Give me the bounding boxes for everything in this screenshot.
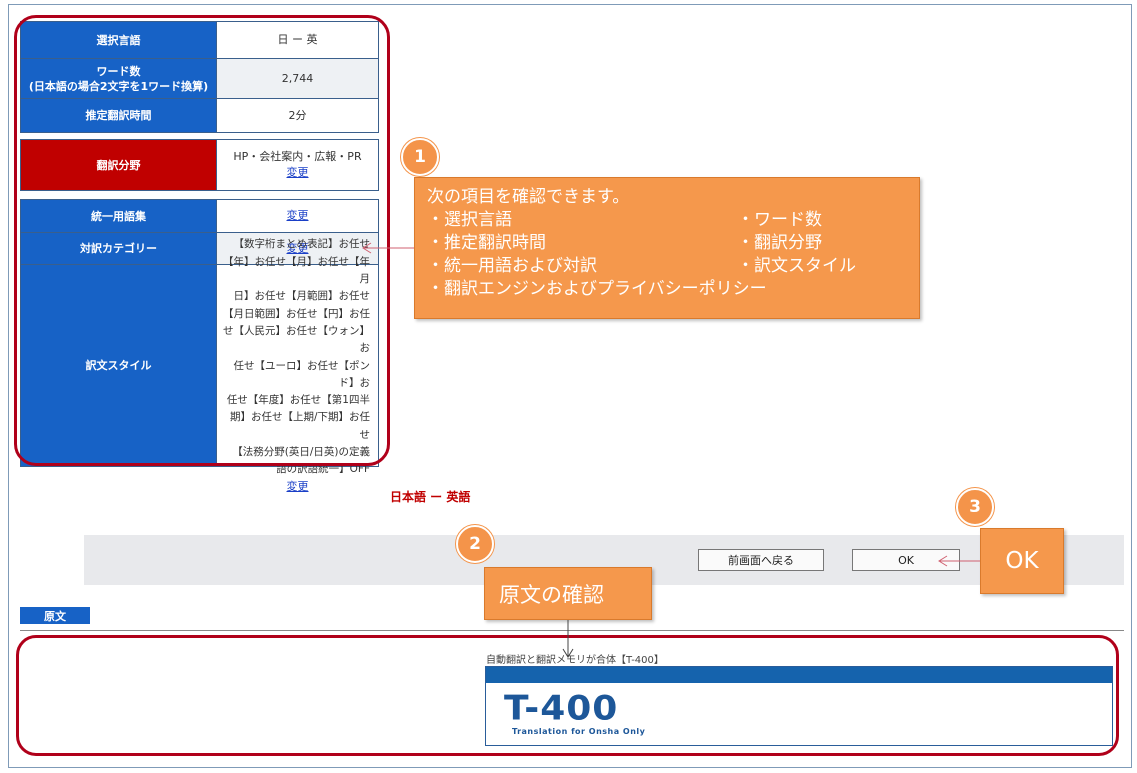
annotation-arrows [362, 242, 980, 658]
